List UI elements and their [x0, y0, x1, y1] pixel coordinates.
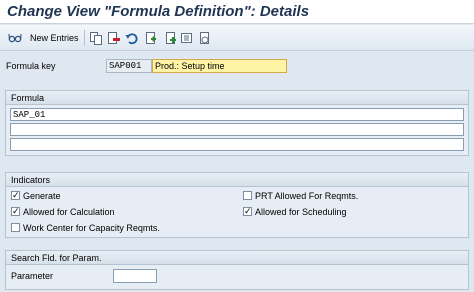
- glasses-icon[interactable]: [8, 31, 22, 45]
- title-bar: Change View "Formula Definition": Detail…: [0, 0, 474, 24]
- formula-key-field[interactable]: SAP001: [106, 59, 152, 73]
- indicators-group-title: Indicators: [6, 173, 468, 187]
- formula-key-label: Formula key: [6, 61, 56, 71]
- formula-group-title: Formula: [6, 91, 468, 105]
- search-field-group: Search Fld. for Param. Parameter: [5, 250, 469, 290]
- generate-checkbox[interactable]: ✓: [11, 191, 20, 200]
- application-toolbar: New Entries: [0, 25, 474, 51]
- formula-line-2[interactable]: [10, 123, 464, 136]
- previous-entry-icon[interactable]: [180, 31, 194, 45]
- allowed-for-calculation-checkbox[interactable]: ✓: [11, 207, 20, 216]
- search-field-group-title: Search Fld. for Param.: [6, 251, 468, 265]
- work-center-capacity-label: Work Center for Capacity Reqmts.: [23, 223, 160, 233]
- allowed-for-scheduling-checkbox[interactable]: ✓: [243, 207, 252, 216]
- new-entries-button[interactable]: New Entries: [30, 33, 79, 43]
- window-title: Change View "Formula Definition": Detail…: [7, 3, 310, 20]
- next-entry-icon[interactable]: [198, 31, 212, 45]
- generate-label: Generate: [23, 191, 61, 201]
- formula-line-1[interactable]: SAP_01: [10, 108, 464, 121]
- first-entry-icon[interactable]: [164, 31, 178, 45]
- formula-group: Formula SAP_01: [5, 90, 469, 156]
- toolbar-separator: [84, 30, 85, 46]
- delete-icon[interactable]: [107, 31, 121, 45]
- allowed-for-calculation-label: Allowed for Calculation: [23, 207, 115, 217]
- prt-allowed-label: PRT Allowed For Reqmts.: [255, 191, 359, 201]
- copy-icon[interactable]: [89, 31, 103, 45]
- undo-icon[interactable]: [125, 31, 139, 45]
- indicators-group: Indicators ✓ Generate ✓ Allowed for Calc…: [5, 172, 469, 238]
- allowed-for-scheduling-label: Allowed for Scheduling: [255, 207, 347, 217]
- parameter-label: Parameter: [11, 271, 54, 281]
- formula-line-3[interactable]: [10, 138, 464, 151]
- select-all-icon[interactable]: [144, 31, 158, 45]
- main-area: Formula key SAP001 Prod.: Setup time For…: [0, 52, 474, 292]
- formula-description-field[interactable]: Prod.: Setup time: [152, 59, 287, 73]
- work-center-capacity-checkbox[interactable]: [11, 223, 20, 232]
- parameter-input[interactable]: [113, 269, 157, 283]
- prt-allowed-checkbox[interactable]: [243, 191, 252, 200]
